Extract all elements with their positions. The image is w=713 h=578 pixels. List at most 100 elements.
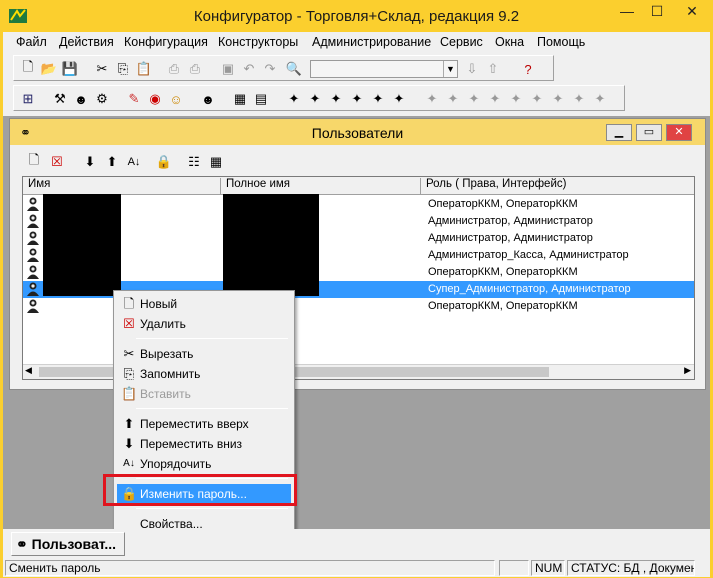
menu-service[interactable]: Сервис bbox=[440, 35, 483, 49]
cut-icon[interactable]: ✂ bbox=[94, 61, 110, 77]
window-tabs: ⚭ Пользоват... bbox=[3, 529, 710, 559]
debug-icon[interactable]: ◉ bbox=[147, 91, 163, 107]
undo-icon[interactable]: ↶ bbox=[241, 61, 257, 77]
chevron-down-icon[interactable]: ▼ bbox=[443, 61, 457, 77]
user-icon bbox=[27, 214, 39, 228]
wizard8-icon[interactable]: ✦ bbox=[445, 91, 461, 107]
print-preview-icon[interactable]: ⎙ bbox=[187, 61, 203, 77]
tab-users[interactable]: ⚭ Пользоват... bbox=[11, 532, 125, 556]
wizard12-icon[interactable]: ✦ bbox=[529, 91, 545, 107]
status-bar: Сменить пароль NUM СТАТУС: БД , Докумен bbox=[3, 559, 710, 577]
grid-header: Имя Полное имя Роль ( Права, Интерфейс) bbox=[23, 177, 694, 195]
find-prev-icon[interactable]: ⇧ bbox=[485, 61, 501, 77]
child-close-button[interactable]: ✕ bbox=[666, 124, 692, 141]
menu-help[interactable]: Помощь bbox=[537, 35, 585, 49]
annotation-highlight bbox=[103, 474, 297, 506]
context-menu-item[interactable]: ✂ Вырезать bbox=[117, 344, 291, 364]
window-title: Конфигуратор - Торговля+Склад, редакция … bbox=[193, 8, 520, 25]
properties-icon[interactable]: ▣ bbox=[220, 61, 236, 77]
menu-designers[interactable]: Конструкторы bbox=[218, 35, 298, 49]
users-window-title: Пользователи bbox=[311, 125, 404, 141]
wizard1-icon[interactable]: ✦ bbox=[286, 91, 302, 107]
context-menu-item[interactable]: A↓ Упорядочить bbox=[117, 454, 291, 474]
wizard9-icon[interactable]: ✦ bbox=[466, 91, 482, 107]
wizard13-icon[interactable]: ✦ bbox=[550, 91, 566, 107]
lock-icon[interactable]: 🔒 bbox=[156, 154, 172, 170]
context-menu-item[interactable]: 🗋 Новый bbox=[117, 294, 291, 314]
child-minimize-button[interactable]: ▁ bbox=[606, 124, 632, 141]
save-icon[interactable]: 💾 bbox=[62, 61, 78, 77]
user-icon bbox=[27, 197, 39, 211]
status-hint: Сменить пароль bbox=[5, 560, 495, 576]
scroll-right-icon[interactable]: ▶ bbox=[684, 365, 691, 376]
find-icon[interactable]: 🔍 bbox=[286, 61, 302, 77]
context-menu-item[interactable]: ⬇ Переместить вниз bbox=[117, 434, 291, 454]
sort-icon[interactable]: A↓ bbox=[126, 154, 142, 170]
maximize-button[interactable]: ☐ bbox=[643, 0, 671, 24]
table-row[interactable]: Администратор, Администратор bbox=[23, 213, 694, 230]
find-combo[interactable]: ▼ bbox=[310, 60, 458, 78]
move-up-icon[interactable]: ⬆ bbox=[104, 154, 120, 170]
copy-icon[interactable]: ⎘ bbox=[115, 61, 131, 77]
menu-windows[interactable]: Окна bbox=[495, 35, 524, 49]
new-icon[interactable]: 🗋 bbox=[20, 59, 36, 77]
wizard6-icon[interactable]: ✦ bbox=[391, 91, 407, 107]
menu-file[interactable]: Файл bbox=[16, 35, 47, 49]
rights-icon[interactable]: ⚙ bbox=[94, 91, 110, 107]
column-header-fullname[interactable]: Полное имя bbox=[221, 178, 421, 194]
context-menu-label: Упорядочить bbox=[140, 457, 212, 471]
delete-user-icon[interactable]: ☒ bbox=[49, 154, 65, 170]
wizard5-icon[interactable]: ✦ bbox=[370, 91, 386, 107]
new-user-icon[interactable]: 🗋 bbox=[26, 152, 42, 170]
print-icon[interactable]: ⎙ bbox=[166, 61, 182, 77]
designer-icon[interactable]: ⚒ bbox=[52, 91, 68, 107]
scroll-left-icon[interactable]: ◀ bbox=[25, 365, 32, 376]
context-menu-item[interactable]: ⎘ Запомнить bbox=[117, 364, 291, 384]
users-icon[interactable]: ☻ bbox=[73, 91, 89, 107]
wizard14-icon[interactable]: ✦ bbox=[571, 91, 587, 107]
menu-configuration[interactable]: Конфигурация bbox=[124, 35, 208, 49]
table-icon[interactable]: ▤ bbox=[253, 91, 269, 107]
table-row[interactable]: Администратор_Касса, Администратор bbox=[23, 247, 694, 264]
wizard2-icon[interactable]: ✦ bbox=[307, 91, 323, 107]
menu-actions[interactable]: Действия bbox=[59, 35, 114, 49]
wizard10-icon[interactable]: ✦ bbox=[487, 91, 503, 107]
wizard15-icon[interactable]: ✦ bbox=[592, 91, 608, 107]
help-icon[interactable]: ? bbox=[520, 61, 536, 77]
wizard4-icon[interactable]: ✦ bbox=[349, 91, 365, 107]
context-menu-item[interactable]: ☒ Удалить bbox=[117, 314, 291, 334]
context-menu-item[interactable]: ⬆ Переместить вверх bbox=[117, 414, 291, 434]
paste-icon[interactable]: 📋 bbox=[136, 61, 152, 77]
users-window-titlebar[interactable]: ⚭ Пользователи ▁ ▭ ✕ bbox=[10, 119, 705, 145]
syntax-icon[interactable]: ☺ bbox=[168, 91, 184, 107]
wizard11-icon[interactable]: ✦ bbox=[508, 91, 524, 107]
minimize-button[interactable]: — bbox=[612, 0, 642, 24]
column-header-role[interactable]: Роль ( Права, Интерфейс) bbox=[421, 178, 694, 194]
list-view-icon[interactable]: ☷ bbox=[186, 154, 202, 170]
context-menu-label: Запомнить bbox=[140, 367, 201, 381]
table-row[interactable]: ОператорККМ, ОператорККМ bbox=[23, 196, 694, 213]
title-bar[interactable]: Конфигуратор - Торговля+Склад, редакция … bbox=[0, 0, 713, 32]
move-down-icon[interactable]: ⬇ bbox=[82, 154, 98, 170]
find-next-icon[interactable]: ⇩ bbox=[464, 61, 480, 77]
close-button[interactable]: ✕ bbox=[672, 0, 712, 24]
form-icon[interactable]: ▦ bbox=[232, 91, 248, 107]
wizard7-icon[interactable]: ✦ bbox=[424, 91, 440, 107]
table-row[interactable]: ОператорККМ, ОператорККМ bbox=[23, 264, 694, 281]
wizard3-icon[interactable]: ✦ bbox=[328, 91, 344, 107]
table-row[interactable]: Администратор, Администратор bbox=[23, 230, 694, 247]
context-menu-item[interactable]: 📋 Вставить bbox=[117, 384, 291, 404]
arrow-down-icon: ⬇ bbox=[123, 436, 135, 451]
open-icon[interactable]: 📂 bbox=[41, 61, 57, 77]
standard-toolbar: 🗋 📂 💾 ✂ ⎘ 📋 ⎙ ⎙ ▣ ↶ ↷ 🔍 ▼ ⇩ ⇧ ? bbox=[13, 55, 554, 81]
user-icon[interactable]: ☻ bbox=[200, 91, 216, 107]
tree-icon[interactable]: ⊞ bbox=[20, 91, 36, 107]
child-maximize-button[interactable]: ▭ bbox=[636, 124, 662, 141]
user-icon bbox=[27, 248, 39, 262]
role-cell: Супер_Администратор, Администратор bbox=[428, 283, 631, 295]
redo-icon[interactable]: ↷ bbox=[262, 61, 278, 77]
module-icon[interactable]: ✎ bbox=[126, 91, 142, 107]
menu-administration[interactable]: Администрирование bbox=[312, 35, 431, 49]
table-view-icon[interactable]: ▦ bbox=[208, 154, 224, 170]
column-header-name[interactable]: Имя bbox=[23, 178, 221, 194]
